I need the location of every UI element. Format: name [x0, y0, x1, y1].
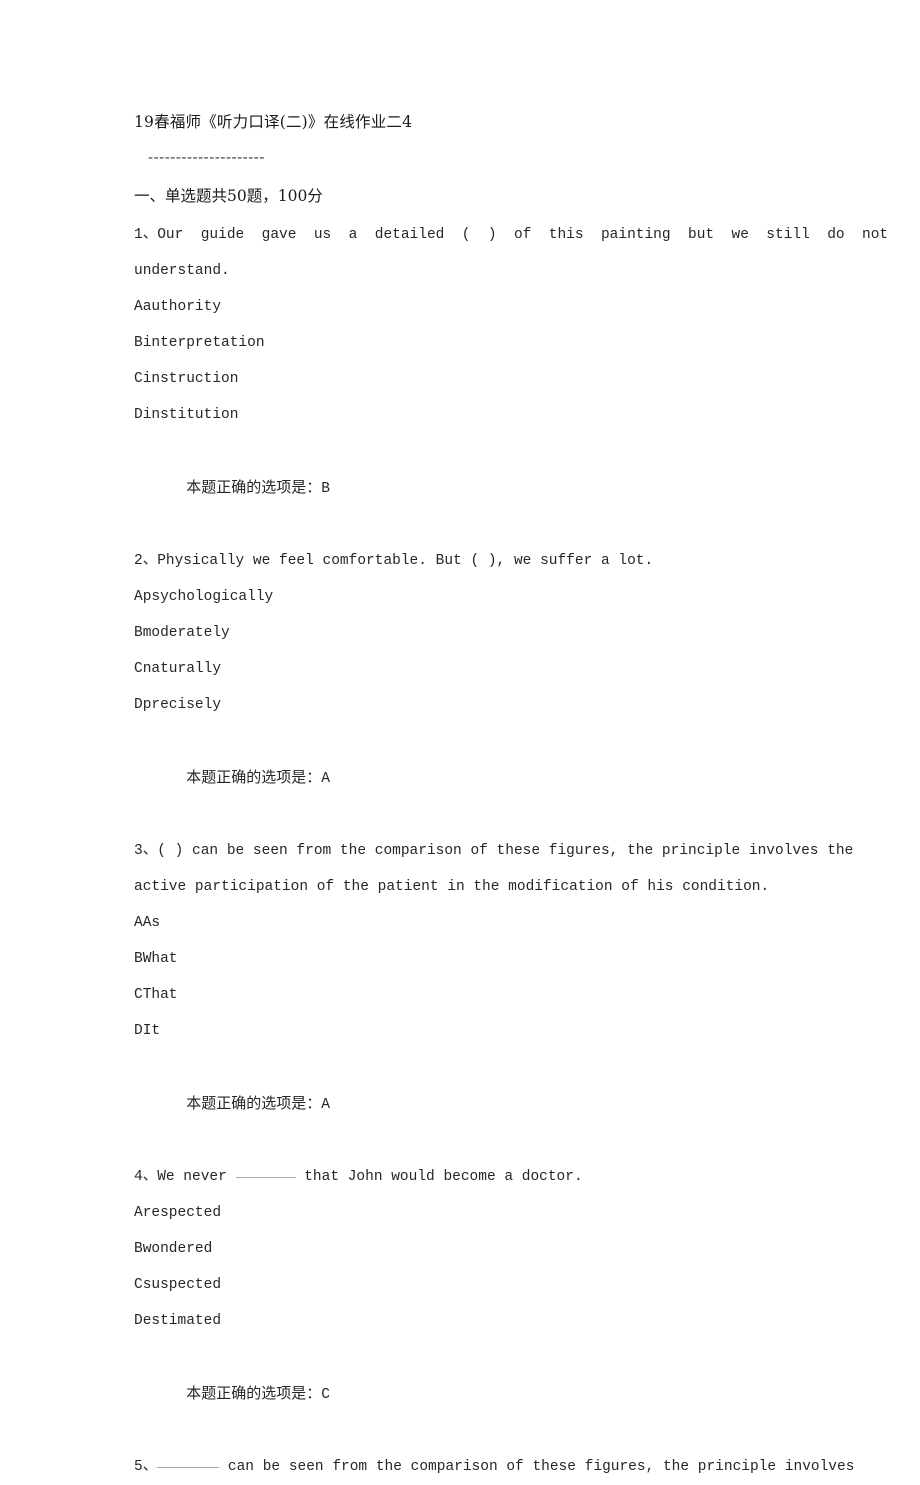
option-c[interactable]: CThat [134, 977, 810, 1013]
answer-value: B [321, 481, 330, 497]
question-stem-prefix: 4、We never [134, 1169, 236, 1185]
answer-label: 本题正确的选项是： [186, 1384, 322, 1402]
answer-label: 本题正确的选项是： [186, 768, 322, 786]
question-stem-prefix: 5、 [134, 1459, 158, 1475]
question-stem-line: 1、Our guide gave us a detailed ( ) of th… [134, 227, 889, 243]
option-a[interactable]: Aauthority [134, 289, 810, 325]
question-stem: 4、We never that John would become a doct… [134, 1159, 810, 1195]
question-stem-suffix: that John would become a doctor. [295, 1169, 583, 1185]
question-block: 3、( ) can be seen from the comparison of… [134, 833, 854, 1159]
option-c[interactable]: Cinstruction [134, 361, 810, 397]
option-b[interactable]: Binterpretation [134, 325, 810, 361]
option-c[interactable]: Csuspected [134, 1267, 810, 1303]
option-d[interactable]: DIt [134, 1013, 810, 1049]
question-stem: 2、Physically we feel comfortable. But ( … [134, 543, 810, 579]
question-stem-line: 2、Physically we feel comfortable. But ( … [134, 553, 654, 569]
option-b[interactable]: Bmoderately [134, 615, 810, 651]
option-a[interactable]: Apsychologically [134, 579, 810, 615]
answer-label: 本题正确的选项是： [186, 1094, 322, 1112]
answer-line: 本题正确的选项是：A [134, 1049, 810, 1159]
question-stem-suffix: can be seen from the comparison of these… [219, 1459, 855, 1475]
answer-value: A [321, 771, 330, 787]
option-d[interactable]: Dprecisely [134, 687, 810, 723]
answer-label: 本题正确的选项是： [186, 478, 322, 496]
question-stem-line: active participation of the patient in t… [134, 879, 770, 895]
fill-in-blank [235, 1177, 296, 1178]
separator-rule: --------------------- [148, 148, 265, 166]
option-b[interactable]: BWhat [134, 941, 810, 977]
question-stem-line: 3、( ) can be seen from the comparison of… [134, 843, 854, 859]
option-a[interactable]: Arespected [134, 1195, 810, 1231]
question-stem: 1、Our guide gave us a detailed ( ) of th… [134, 217, 889, 289]
answer-value: C [321, 1387, 330, 1403]
question-block: 4、We never that John would become a doct… [134, 1159, 810, 1449]
option-d[interactable]: Dinstitution [134, 397, 810, 433]
answer-line: 本题正确的选项是：C [134, 1339, 810, 1449]
answer-value: A [321, 1097, 330, 1113]
fill-in-blank [157, 1467, 220, 1468]
option-b[interactable]: Bwondered [134, 1231, 810, 1267]
question-stem: 3、( ) can be seen from the comparison of… [134, 833, 854, 905]
question-block: 1、Our guide gave us a detailed ( ) of th… [134, 217, 889, 543]
document-page: 19春福师《听力口译(二)》在线作业二4 -------------------… [0, 0, 920, 1475]
option-d[interactable]: Destimated [134, 1303, 810, 1339]
option-c[interactable]: Cnaturally [134, 651, 810, 687]
answer-line: 本题正确的选项是：A [134, 723, 810, 833]
option-a[interactable]: AAs [134, 905, 810, 941]
question-stem-line: understand. [134, 263, 230, 279]
question-block: 2、Physically we feel comfortable. But ( … [134, 543, 810, 833]
question-stem: 5、 can be seen from the comparison of th… [134, 1449, 854, 1485]
answer-line: 本题正确的选项是：B [134, 433, 810, 543]
question-block: 5、 can be seen from the comparison of th… [134, 1449, 854, 1485]
section-heading: 一、单选题共50题，100分 [134, 187, 323, 205]
page-title: 19春福师《听力口译(二)》在线作业二4 [134, 113, 413, 131]
